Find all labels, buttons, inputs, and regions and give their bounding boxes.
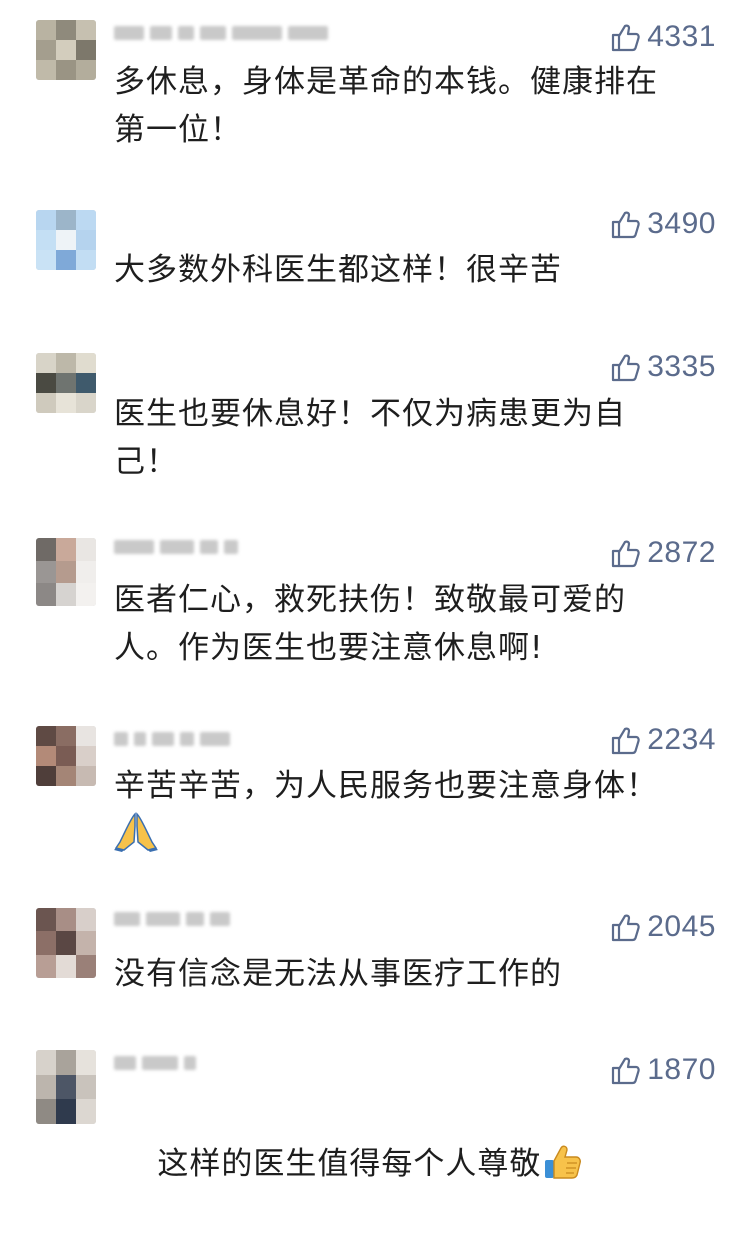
like-count: 2234 xyxy=(647,723,716,756)
like-button[interactable]: 2872 xyxy=(609,536,716,570)
thumbs-up-outline-icon xyxy=(612,354,640,382)
like-button[interactable]: 3335 xyxy=(609,350,716,384)
avatar[interactable] xyxy=(36,1050,96,1124)
like-count: 2045 xyxy=(647,910,716,943)
nickname-redacted[interactable] xyxy=(114,24,328,42)
comment-text: 辛苦辛苦，为人民服务也要注意身体！ xyxy=(114,768,658,804)
avatar[interactable] xyxy=(36,538,96,606)
nickname-redacted[interactable] xyxy=(114,538,238,556)
thumbs-up-outline-icon xyxy=(612,540,640,568)
like-count: 4331 xyxy=(647,20,716,53)
like-count: 3335 xyxy=(647,350,716,383)
avatar[interactable] xyxy=(36,353,96,413)
comment-text: 没有信念是无法从事医疗工作的 xyxy=(114,956,562,992)
comment-text-content: 这样的医生值得每个人尊敬 xyxy=(157,1146,542,1182)
avatar[interactable] xyxy=(36,908,96,978)
like-button[interactable]: 2234 xyxy=(609,723,716,757)
nickname-redacted[interactable] xyxy=(114,1054,196,1072)
folded-hands-emoji-icon xyxy=(114,812,158,852)
comment-text: 医生也要休息好！不仅为病患更为自 己！ xyxy=(114,396,626,480)
like-button[interactable]: 4331 xyxy=(609,20,716,54)
like-count: 1870 xyxy=(647,1053,716,1086)
thumbs-up-outline-icon xyxy=(612,727,640,755)
like-button[interactable]: 3490 xyxy=(609,207,716,241)
comment-text: 这样的医生值得每个人尊敬 xyxy=(114,1092,704,1236)
thumbs-up-outline-icon xyxy=(612,24,640,52)
like-button[interactable]: 2045 xyxy=(609,910,716,944)
like-count: 2872 xyxy=(647,536,716,569)
thumbs-up-outline-icon xyxy=(612,211,640,239)
avatar[interactable] xyxy=(36,20,96,80)
avatar[interactable] xyxy=(36,210,96,270)
nickname-redacted[interactable] xyxy=(114,730,230,748)
thumbs-up-emoji-icon xyxy=(545,1145,582,1179)
like-count: 3490 xyxy=(647,207,716,240)
comment-text: 医者仁心，救死扶伤！致敬最可爱的 人。作为医生也要注意休息啊! xyxy=(114,582,626,666)
thumbs-up-outline-icon xyxy=(612,914,640,942)
comment-text: 大多数外科医生都这样！很辛苦 xyxy=(114,252,562,288)
avatar[interactable] xyxy=(36,726,96,786)
thumbs-up-outline-icon xyxy=(612,1057,640,1085)
nickname-redacted[interactable] xyxy=(114,910,230,928)
like-button[interactable]: 1870 xyxy=(609,1053,716,1087)
comment-text: 多休息，身体是革命的本钱。健康排在 第一位！ xyxy=(114,64,658,148)
